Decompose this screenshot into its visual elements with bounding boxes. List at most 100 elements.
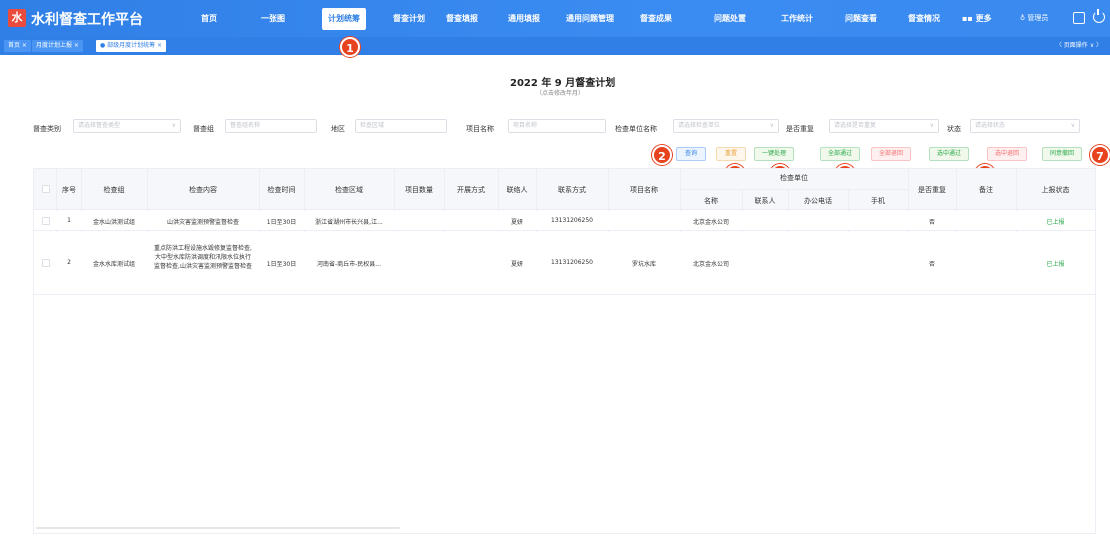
top-nav-bar: 水 水利督查工作平台 首页 一张图 计划统筹 督查计划 督查填报 通用填报 通用… (0, 0, 1110, 37)
query-button[interactable]: 查询 (676, 147, 706, 161)
table-header: 序号 检查组 检查内容 检查时间 检查区域 项目数量 开展方式 联络人 联系方式… (34, 169, 1095, 210)
filter-unit-select[interactable]: 请选择检查单位 ∨ (673, 119, 779, 133)
tab-monthly-plan-report[interactable]: 月度计划上报 × (32, 40, 83, 52)
cell-seq: 1 (67, 217, 71, 224)
col-remark: 备注 (979, 186, 993, 194)
marker-7: 7 (1090, 145, 1110, 165)
cell-area: 浙江省湖州市长兴县,江... (315, 219, 383, 226)
filter-repeat-select[interactable]: 请选择是否重复 ∨ (829, 119, 939, 133)
col-repeat: 是否重复 (918, 186, 946, 194)
plan-table: 序号 检查组 检查内容 检查时间 检查区域 项目数量 开展方式 联络人 联系方式… (33, 168, 1096, 534)
agree-withdraw-button[interactable]: 同意撤回 (1042, 147, 1082, 161)
nav-supervision-status[interactable]: 督查情况 (908, 0, 940, 37)
nav-issue-handling[interactable]: 问题处置 (714, 0, 746, 37)
nav-one-map[interactable]: 一张图 (261, 0, 285, 37)
col-phone: 联系方式 (558, 186, 586, 194)
filter-category-select[interactable]: 请选择督查类型 ∨ (73, 119, 181, 133)
row-checkbox[interactable] (42, 259, 50, 267)
marker-1: 1 (340, 37, 360, 57)
filter-status-select[interactable]: 请选择状态 ∨ (970, 119, 1080, 133)
nav-more[interactable]: ▪▪ 更多 (962, 0, 992, 37)
col-contact: 联络人 (506, 186, 528, 194)
col-unit-group: 检查单位 (780, 174, 808, 182)
nav-general-report[interactable]: 通用填报 (508, 0, 540, 37)
chevron-down-icon: ∨ (1070, 122, 1075, 129)
nav-supervision-plan[interactable]: 督查计划 (393, 0, 425, 37)
col-unit-mobile: 手机 (871, 197, 885, 205)
col-time: 检查时间 (267, 186, 296, 194)
col-seq: 序号 (62, 186, 76, 194)
col-group: 检查组 (103, 186, 125, 194)
grid-icon: ▪▪ (962, 14, 976, 23)
filter-label-category: 督查类别 (33, 125, 61, 133)
filter-label-area: 地区 (331, 125, 345, 133)
filter-label-project: 项目名称 (466, 125, 494, 133)
tab-strip: 首页 × 月度计划上报 × ● 部级月度计划统筹 × 〈 页面操作 ∨ 〉 (0, 37, 1110, 55)
nav-supervision-results[interactable]: 督查成果 (640, 0, 672, 37)
cell-phone: 13131206250 (551, 259, 593, 266)
reject-selected-button[interactable]: 选中退回 (987, 147, 1027, 161)
page-operations[interactable]: 〈 页面操作 ∨ 〉 (1056, 40, 1102, 49)
filter-label-group: 督查组 (193, 125, 214, 133)
filter-area-input[interactable]: 检查区域 (355, 119, 447, 133)
reject-all-button[interactable]: 全部退回 (871, 147, 911, 161)
col-unit-contact: 联系人 (754, 197, 776, 205)
table-row[interactable]: 2 金水水库测试组 重点防洪工程设施水毁修复监督检查,大中型水库防洪调度和汛限水… (34, 232, 1095, 295)
cell-unit-name: 北京金水公司 (692, 219, 729, 226)
col-unit-name: 名称 (704, 197, 718, 205)
tab-ministry-plan-overall[interactable]: ● 部级月度计划统筹 × (96, 40, 167, 52)
chevron-down-icon: ∨ (171, 122, 176, 129)
plan-month-hint: （点击修改年月） (536, 90, 585, 97)
horizontal-scrollbar[interactable] (36, 527, 400, 529)
filter-label-status: 状态 (947, 125, 961, 133)
cell-area: 河南省-商丘市-民权县... (316, 261, 382, 268)
col-unit-office: 办公电话 (804, 197, 832, 205)
cell-unit-name: 北京金水公司 (692, 261, 729, 268)
select-all-checkbox[interactable] (42, 185, 50, 193)
app-logo: 水 (8, 9, 26, 27)
cell-repeat: 否 (928, 219, 935, 226)
col-count: 项目数量 (405, 186, 433, 194)
filter-group-input[interactable]: 督查组名称 (225, 119, 317, 133)
cell-group: 金水水库测试组 (92, 261, 135, 268)
cell-seq: 2 (67, 259, 71, 266)
approve-selected-button[interactable]: 选中通过 (929, 147, 969, 161)
approve-all-button[interactable]: 全部通过 (820, 147, 860, 161)
nav-issue-view[interactable]: 问题查看 (845, 0, 877, 37)
app-title: 水利督查工作平台 (31, 12, 143, 28)
nav-plan-overall[interactable]: 计划统筹 (322, 8, 366, 30)
col-mode: 开展方式 (457, 186, 485, 194)
user-menu[interactable]: ♁ 管理员 (1020, 13, 1048, 23)
cell-contact: 夏妍 (510, 261, 523, 268)
marker-2: 2 (652, 145, 672, 165)
filter-label-repeat: 是否重复 (786, 125, 814, 133)
cell-status: 已上报 (1046, 261, 1065, 268)
cell-time: 1日至30日 (266, 261, 297, 268)
screen-icon[interactable] (1073, 12, 1085, 24)
cell-phone: 13131206250 (551, 217, 593, 224)
cell-group: 金水山洪测试组 (92, 219, 135, 226)
filter-label-unit: 检查单位名称 (615, 125, 657, 133)
col-area: 检查区域 (335, 186, 363, 194)
header-divider (680, 189, 908, 190)
cell-status: 已上报 (1046, 219, 1065, 226)
nav-work-stats[interactable]: 工作统计 (781, 0, 813, 37)
power-icon[interactable] (1093, 9, 1105, 23)
col-status: 上报状态 (1041, 186, 1070, 194)
table-row[interactable]: 1 金水山洪测试组 山洪灾害监测预警监督检查 1日至30日 浙江省湖州市长兴县,… (34, 211, 1095, 231)
filter-project-input[interactable]: 项目名称 (508, 119, 606, 133)
nav-home[interactable]: 首页 (201, 0, 217, 37)
cell-project: 罗坑水库 (631, 261, 656, 268)
cell-content: 山洪灾害监测预警监督检查 (166, 219, 239, 226)
plan-month-title[interactable]: 2022 年 9 月督查计划 (510, 74, 615, 89)
col-content: 检查内容 (189, 186, 217, 194)
cell-contact: 夏妍 (510, 219, 523, 226)
row-checkbox[interactable] (42, 217, 50, 225)
tab-home[interactable]: 首页 × (4, 40, 31, 52)
nav-general-issues[interactable]: 通用问题管理 (566, 0, 614, 37)
col-project: 项目名称 (630, 186, 658, 194)
nav-supervision-report[interactable]: 督查填报 (446, 0, 478, 37)
reset-button[interactable]: 重置 (716, 147, 746, 161)
one-click-process-button[interactable]: 一键处理 (754, 147, 794, 161)
cell-repeat: 否 (928, 261, 935, 268)
